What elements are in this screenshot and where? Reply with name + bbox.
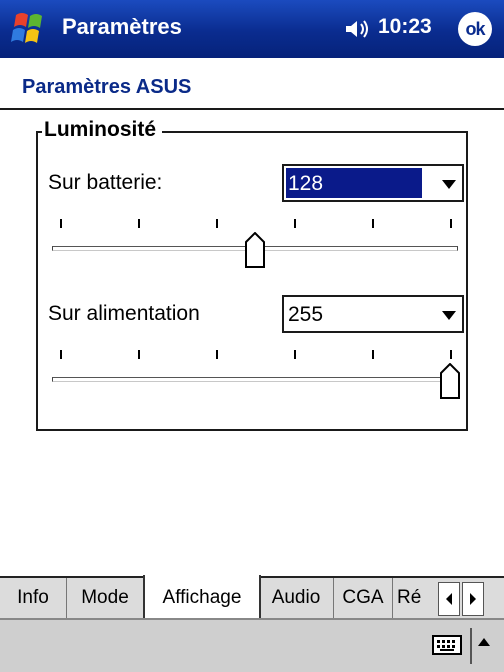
arrow-left-icon <box>446 593 452 605</box>
slider-tick <box>450 219 452 228</box>
power-slider-thumb[interactable] <box>440 362 460 399</box>
windows-start-icon[interactable] <box>10 9 54 49</box>
power-slider-track[interactable] <box>52 377 458 382</box>
slider-tick <box>60 350 62 359</box>
power-brightness-value: 255 <box>288 303 324 326</box>
tab-cga[interactable]: CGA <box>334 578 393 618</box>
tab-info[interactable]: Info <box>0 578 67 618</box>
slider-tick <box>294 219 296 228</box>
page-header: Paramètres ASUS <box>0 58 504 110</box>
tab-audio[interactable]: Audio <box>259 578 334 618</box>
power-label: Sur alimentation <box>48 302 200 325</box>
ok-button[interactable]: ok <box>458 12 492 46</box>
tab-affichage[interactable]: Affichage <box>143 575 261 620</box>
battery-slider-thumb[interactable] <box>245 231 265 268</box>
chevron-down-icon[interactable] <box>442 180 456 189</box>
battery-label: Sur batterie: <box>48 171 163 194</box>
slider-tick <box>372 219 374 228</box>
brightness-group-label: Luminosité <box>42 118 163 142</box>
slider-tick <box>372 350 374 359</box>
clock[interactable]: 10:23 <box>378 15 432 39</box>
title-bar: Paramètres 10:23 ok <box>0 0 504 58</box>
slider-tick <box>294 350 296 359</box>
page-title: Paramètres ASUS <box>22 76 192 98</box>
speaker-icon[interactable] <box>344 18 374 40</box>
battery-brightness-select[interactable]: 128 <box>282 164 464 202</box>
tab-mode[interactable]: Mode <box>67 578 144 618</box>
slider-tick <box>216 219 218 228</box>
chevron-down-icon[interactable] <box>442 311 456 320</box>
slider-tick <box>138 219 140 228</box>
slider-tick <box>450 350 452 359</box>
menu-bar <box>0 618 504 672</box>
power-brightness-select[interactable]: 255 <box>282 295 464 333</box>
tab-re[interactable]: Ré <box>393 578 437 618</box>
slider-tick <box>60 219 62 228</box>
separator <box>470 628 472 664</box>
slider-tick <box>138 350 140 359</box>
tab-bar: Info Mode Affichage Audio CGA Ré <box>0 575 504 620</box>
tab-scroll-right-button[interactable] <box>462 582 484 616</box>
keyboard-icon[interactable] <box>432 634 462 656</box>
tab-scroll-left-button[interactable] <box>438 582 460 616</box>
sip-menu-caret-icon[interactable] <box>478 638 490 646</box>
battery-brightness-value: 128 <box>288 172 324 195</box>
arrow-right-icon <box>470 593 476 605</box>
slider-tick <box>216 350 218 359</box>
app-title: Paramètres <box>62 14 182 39</box>
